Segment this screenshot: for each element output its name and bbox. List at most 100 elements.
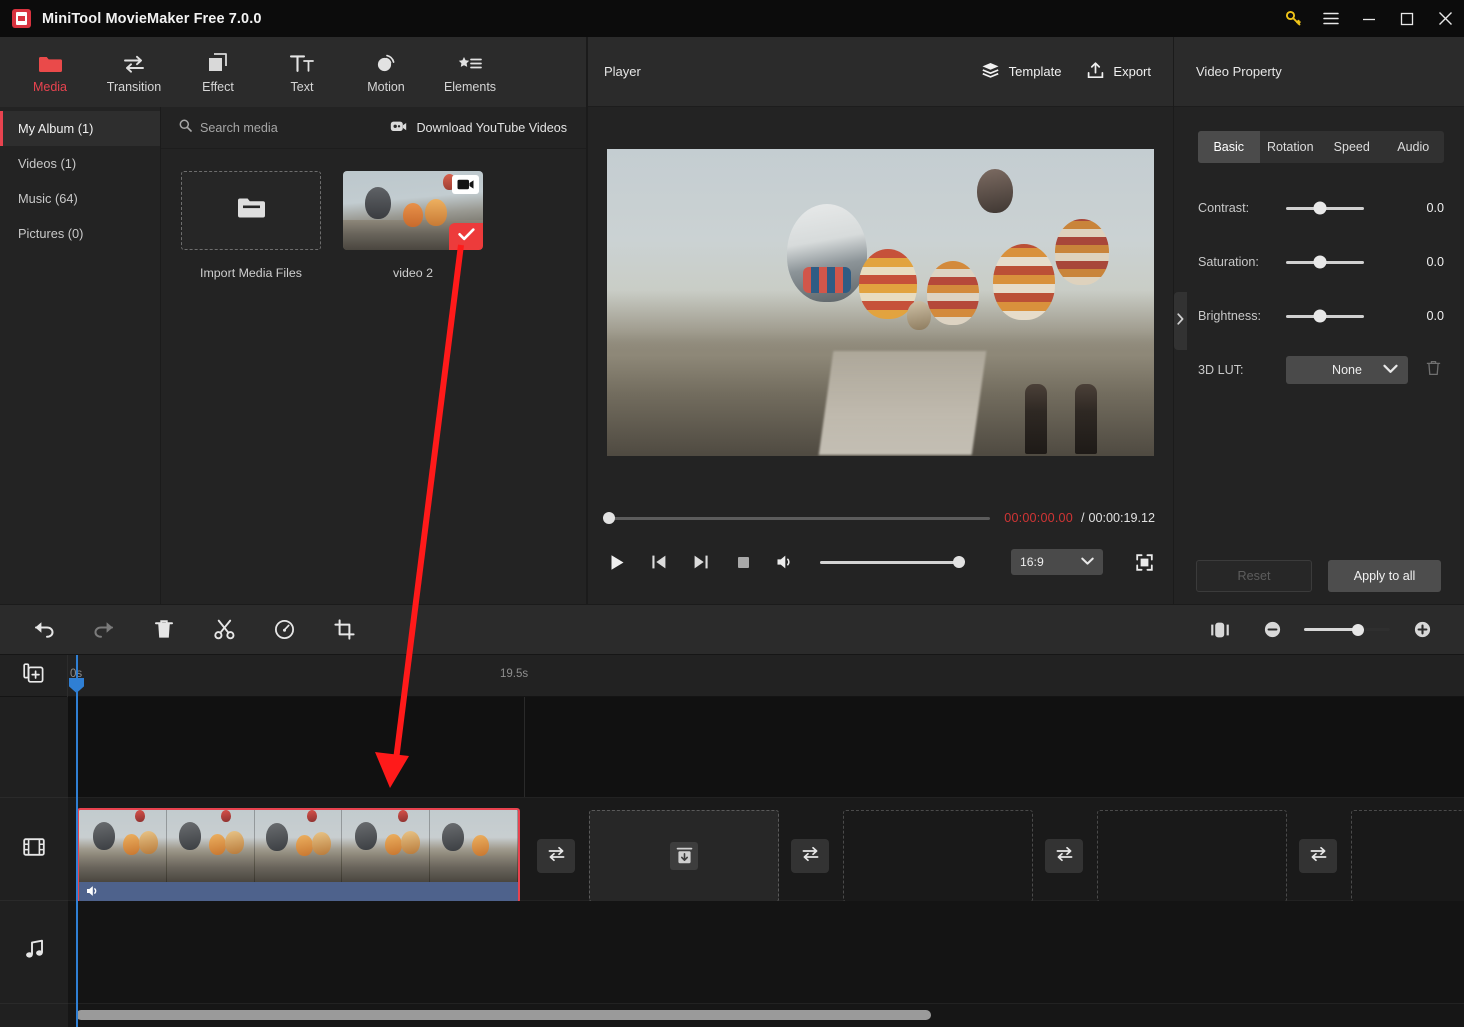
reset-label: Reset <box>1237 569 1271 583</box>
maximize-icon[interactable] <box>1388 0 1426 37</box>
lut-row: 3D LUT: None <box>1198 343 1444 397</box>
track-header-music[interactable] <box>0 901 68 1004</box>
track-header-overlay[interactable] <box>0 697 68 798</box>
saturation-slider[interactable] <box>1286 255 1364 269</box>
zoom-handle[interactable] <box>1352 623 1364 636</box>
clip-frame <box>342 810 431 882</box>
media-category-list: My Album (1) Videos (1) Music (64) Pictu… <box>0 107 161 604</box>
clip-audio-bar[interactable] <box>79 882 518 901</box>
skip-next-icon[interactable] <box>688 549 714 575</box>
lut-value: None <box>1332 363 1362 377</box>
volume-handle[interactable] <box>953 556 965 568</box>
media-drop-slot-2[interactable] <box>843 810 1033 902</box>
ribbon-tab-text[interactable]: Text <box>260 42 344 102</box>
redo-button[interactable] <box>84 610 124 650</box>
play-button[interactable] <box>604 549 630 575</box>
tab-basic[interactable]: Basic <box>1198 131 1260 163</box>
timeline-row-music[interactable] <box>68 901 1464 1004</box>
current-time: 00:00:00.00 <box>1004 511 1073 525</box>
tab-audio[interactable]: Audio <box>1383 131 1445 163</box>
ribbon-tab-transition[interactable]: Transition <box>92 42 176 102</box>
timeline-zoom-slider[interactable] <box>1304 623 1390 636</box>
media-selected-check[interactable] <box>449 223 483 250</box>
speed-button[interactable] <box>264 610 304 650</box>
import-media-button[interactable] <box>181 171 321 250</box>
fullscreen-icon[interactable] <box>1131 549 1157 575</box>
transition-slot-2[interactable] <box>791 839 829 873</box>
volume-slider[interactable] <box>820 556 965 568</box>
undo-button[interactable] <box>24 610 64 650</box>
template-button[interactable]: Template <box>981 62 1061 81</box>
transition-slot-3[interactable] <box>1045 839 1083 873</box>
timeline-row-video[interactable] <box>68 798 1464 903</box>
frame-balloon-b <box>472 835 490 856</box>
zoom-in-icon[interactable] <box>1402 610 1442 650</box>
panel-collapse-handle[interactable] <box>1174 292 1187 350</box>
scrollbar-thumb[interactable] <box>76 1010 931 1020</box>
ribbon-tab-effect[interactable]: Effect <box>176 42 260 102</box>
reset-button[interactable]: Reset <box>1196 560 1312 592</box>
export-button[interactable]: Export <box>1087 61 1151 82</box>
close-icon[interactable] <box>1426 0 1464 37</box>
saturation-handle[interactable] <box>1313 255 1327 269</box>
frame-balloon-c <box>139 831 158 854</box>
track-header-video[interactable] <box>0 798 68 901</box>
category-videos[interactable]: Videos (1) <box>0 146 160 181</box>
seek-slider[interactable] <box>603 512 991 524</box>
key-icon[interactable] <box>1274 0 1312 37</box>
zoom-out-icon[interactable] <box>1252 610 1292 650</box>
lut-select[interactable]: None <box>1286 356 1408 384</box>
timeline-horizontal-scrollbar[interactable] <box>68 1010 1448 1020</box>
media-drop-slot-3[interactable] <box>1097 810 1287 902</box>
ribbon-tab-motion[interactable]: Motion <box>344 42 428 102</box>
contrast-handle[interactable] <box>1313 201 1327 215</box>
media-thumbnail[interactable] <box>343 171 483 250</box>
volume-button[interactable] <box>772 549 798 575</box>
playhead-line[interactable] <box>76 655 78 1027</box>
playhead-handle[interactable] <box>68 677 85 694</box>
delete-button[interactable] <box>144 610 184 650</box>
transition-slot-1[interactable] <box>537 839 575 873</box>
add-track-button[interactable] <box>0 655 68 697</box>
split-view-icon[interactable] <box>1200 610 1240 650</box>
tab-rotation[interactable]: Rotation <box>1260 131 1322 163</box>
category-music[interactable]: Music (64) <box>0 181 160 216</box>
category-pictures[interactable]: Pictures (0) <box>0 216 160 251</box>
timeline-row-overlay[interactable] <box>68 697 1464 798</box>
brightness-handle[interactable] <box>1313 309 1327 323</box>
folder-open-icon <box>236 195 267 226</box>
media-drop-slot-1[interactable] <box>589 810 779 902</box>
category-my-album[interactable]: My Album (1) <box>0 111 160 146</box>
apply-to-all-button[interactable]: Apply to all <box>1328 560 1441 592</box>
tab-label: Rotation <box>1266 140 1314 154</box>
contrast-slider[interactable] <box>1286 201 1364 215</box>
brightness-slider[interactable] <box>1286 309 1364 323</box>
media-drop-slot-4[interactable] <box>1351 810 1464 902</box>
download-youtube-button[interactable]: Download YouTube Videos <box>390 120 567 136</box>
tab-speed[interactable]: Speed <box>1321 131 1383 163</box>
transition-slot-4[interactable] <box>1299 839 1337 873</box>
layers-stack-icon <box>981 62 1000 81</box>
media-item-video-2[interactable]: video 2 <box>343 171 483 280</box>
lut-delete-button[interactable] <box>1426 360 1441 381</box>
search-input[interactable] <box>200 120 370 135</box>
property-header: Video Property <box>1174 37 1464 107</box>
skip-previous-icon[interactable] <box>646 549 672 575</box>
timeline-ruler[interactable]: 0s 19.5s <box>0 655 1464 697</box>
timeline-clip-video-2[interactable] <box>77 808 520 903</box>
video-preview[interactable] <box>607 148 1154 456</box>
ribbon-tab-media[interactable]: Media <box>8 42 92 102</box>
hamburger-menu-icon[interactable] <box>1312 0 1350 37</box>
ribbon-tab-elements[interactable]: Elements <box>428 42 512 102</box>
stop-button[interactable] <box>730 549 756 575</box>
search-box[interactable] <box>179 119 370 137</box>
split-button[interactable] <box>204 610 244 650</box>
seek-handle[interactable] <box>603 512 615 524</box>
frame-balloon-d <box>306 810 317 822</box>
import-media-cell[interactable]: Import Media Files <box>181 171 321 280</box>
crop-button[interactable] <box>324 610 364 650</box>
search-icon <box>179 119 192 137</box>
minimize-icon[interactable] <box>1350 0 1388 37</box>
aspect-ratio-select[interactable]: 16:9 <box>1011 549 1103 575</box>
clip-frame <box>166 810 255 882</box>
